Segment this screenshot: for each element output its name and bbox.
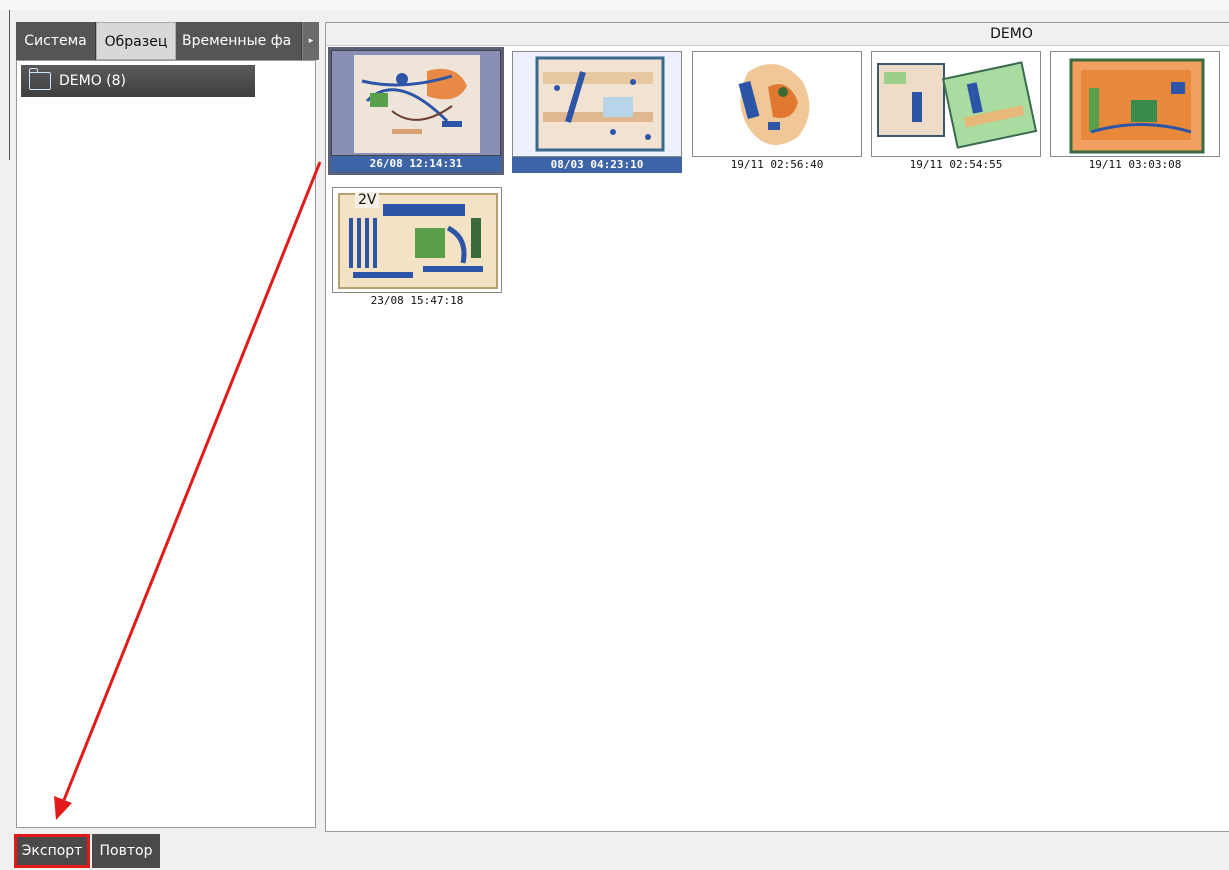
- thumbnail-caption: 26/08 12:14:31: [331, 156, 501, 172]
- top-strip: [0, 0, 1229, 10]
- tab-vremennye-faily[interactable]: Временные фа: [176, 22, 302, 60]
- chevron-right-icon: ▸: [308, 36, 314, 46]
- thumbnail-caption: 08/03 04:23:10: [512, 157, 682, 173]
- xray-image: [331, 50, 501, 156]
- xray-image: [1050, 51, 1220, 157]
- folder-item-demo[interactable]: DEMO (8): [21, 65, 255, 97]
- tab-sistema[interactable]: Система: [16, 22, 96, 60]
- thumbnail-item[interactable]: 19/11 02:56:40: [692, 51, 862, 173]
- xray-image: [871, 51, 1041, 157]
- thumbnail-item[interactable]: 26/08 12:14:31: [328, 47, 504, 175]
- folder-icon: [28, 68, 51, 90]
- xray-image: 2V: [332, 187, 502, 293]
- folder-item-label: DEMO (8): [59, 73, 127, 89]
- tab-scroll-right-button[interactable]: ▸: [302, 22, 319, 60]
- tab-bar: Система Образец Временные фа ▸: [16, 22, 319, 60]
- thumbnail-item[interactable]: 19/11 03:03:08: [1050, 51, 1220, 173]
- export-button[interactable]: Экспорт: [14, 834, 90, 868]
- folder-tree-panel: DEMO (8): [16, 60, 316, 828]
- thumbnail-caption: 19/11 02:54:55: [909, 158, 1003, 171]
- thumbnail-item[interactable]: 08/03 04:23:10: [512, 51, 682, 173]
- gallery-header: DEMO: [326, 23, 1229, 46]
- xray-image: [692, 51, 862, 157]
- tab-obrazec[interactable]: Образец: [96, 22, 176, 60]
- dual-view-badge: 2V: [355, 192, 380, 208]
- gallery-title: DEMO: [990, 26, 1033, 42]
- thumbnail-item[interactable]: 19/11 02:54:55: [871, 51, 1041, 173]
- xray-scan-graphic: [738, 64, 810, 145]
- image-gallery-panel: DEMO 26/08 12:14:31 08/03 04:23:10 19/11…: [325, 22, 1229, 832]
- repeat-button[interactable]: Повтор: [92, 834, 160, 868]
- thumbnail-caption: 19/11 02:56:40: [730, 158, 824, 171]
- thumbnail-caption: 23/08 15:47:18: [370, 294, 464, 307]
- xray-scan-graphic: [877, 61, 1038, 149]
- xray-scan-graphic: [354, 55, 480, 153]
- thumbnail-caption: 19/11 03:03:08: [1088, 158, 1182, 171]
- xray-scan-graphic: [1069, 58, 1205, 154]
- xray-image: [512, 51, 682, 157]
- xray-scan-graphic: [535, 56, 665, 152]
- left-edge: [0, 10, 10, 160]
- thumbnail-item[interactable]: 2V 23/08 15:47:18: [332, 187, 502, 309]
